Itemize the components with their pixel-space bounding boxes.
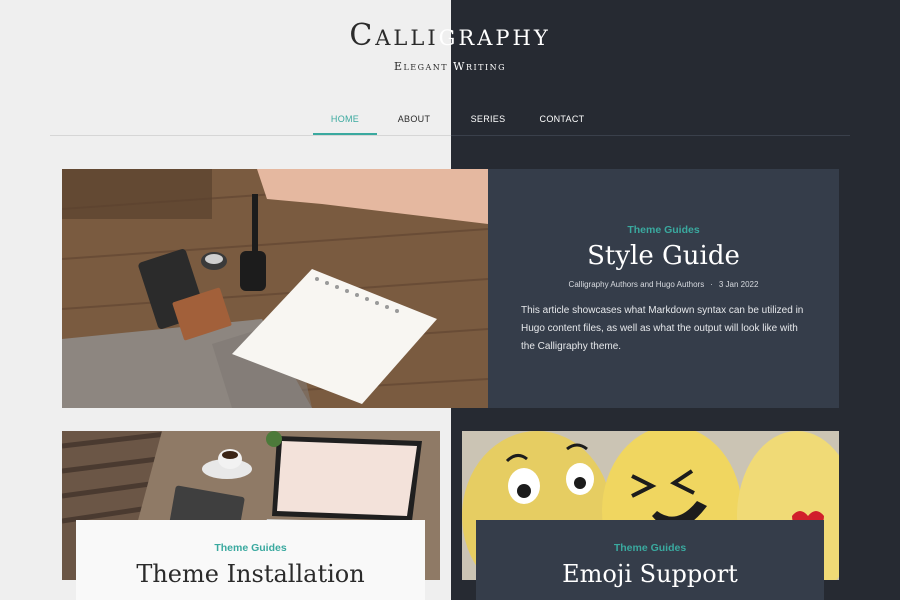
emoji-support-card[interactable]: Theme Guides Emoji Support xyxy=(476,520,824,600)
site-subtitle-right: Writing xyxy=(453,60,507,73)
nav-item-series[interactable]: SERIES xyxy=(451,105,525,136)
desk-writing-photo xyxy=(62,169,488,408)
site-title[interactable]: Calligraphy xyxy=(0,18,900,53)
post-date: 3 Jan 2022 xyxy=(718,280,759,289)
featured-post-image[interactable] xyxy=(62,169,488,408)
meta-separator: · xyxy=(710,280,713,289)
nav-divider xyxy=(451,135,850,136)
featured-post-panel: Theme Guides Style Guide Calligraphy Aut… xyxy=(488,169,839,408)
card-category[interactable]: Theme Guides xyxy=(476,542,824,554)
nav-item-contact[interactable]: CONTACT xyxy=(525,105,599,136)
nav-divider xyxy=(50,135,451,136)
site-title-right: graphy xyxy=(438,18,551,53)
card-category[interactable]: Theme Guides xyxy=(76,542,425,554)
main-nav: HOME ABOUT SERIES CONTACT xyxy=(313,105,599,136)
nav-item-home[interactable]: HOME xyxy=(313,105,377,136)
site-header: Calligraphy Elegant Writing HOME ABOUT S… xyxy=(0,0,900,140)
featured-post-category[interactable]: Theme Guides xyxy=(488,224,839,236)
featured-post[interactable]: Theme Guides Style Guide Calligraphy Aut… xyxy=(62,169,839,408)
site-subtitle-left: Elegant xyxy=(393,60,454,73)
theme-installation-card[interactable]: Theme Guides Theme Installation xyxy=(76,520,425,600)
featured-post-title[interactable]: Style Guide xyxy=(488,241,839,271)
post-authors: Calligraphy Authors and Hugo Authors xyxy=(568,280,705,289)
site-title-left: Calli xyxy=(349,18,439,53)
featured-post-excerpt: This article showcases what Markdown syn… xyxy=(521,305,804,352)
card-title[interactable]: Theme Installation xyxy=(76,560,425,588)
site-subtitle: Elegant Writing xyxy=(0,60,900,73)
card-title[interactable]: Emoji Support xyxy=(476,560,824,588)
nav-item-about[interactable]: ABOUT xyxy=(377,105,451,136)
featured-post-meta: Calligraphy Authors and Hugo Authors · 3 J… xyxy=(488,280,839,289)
